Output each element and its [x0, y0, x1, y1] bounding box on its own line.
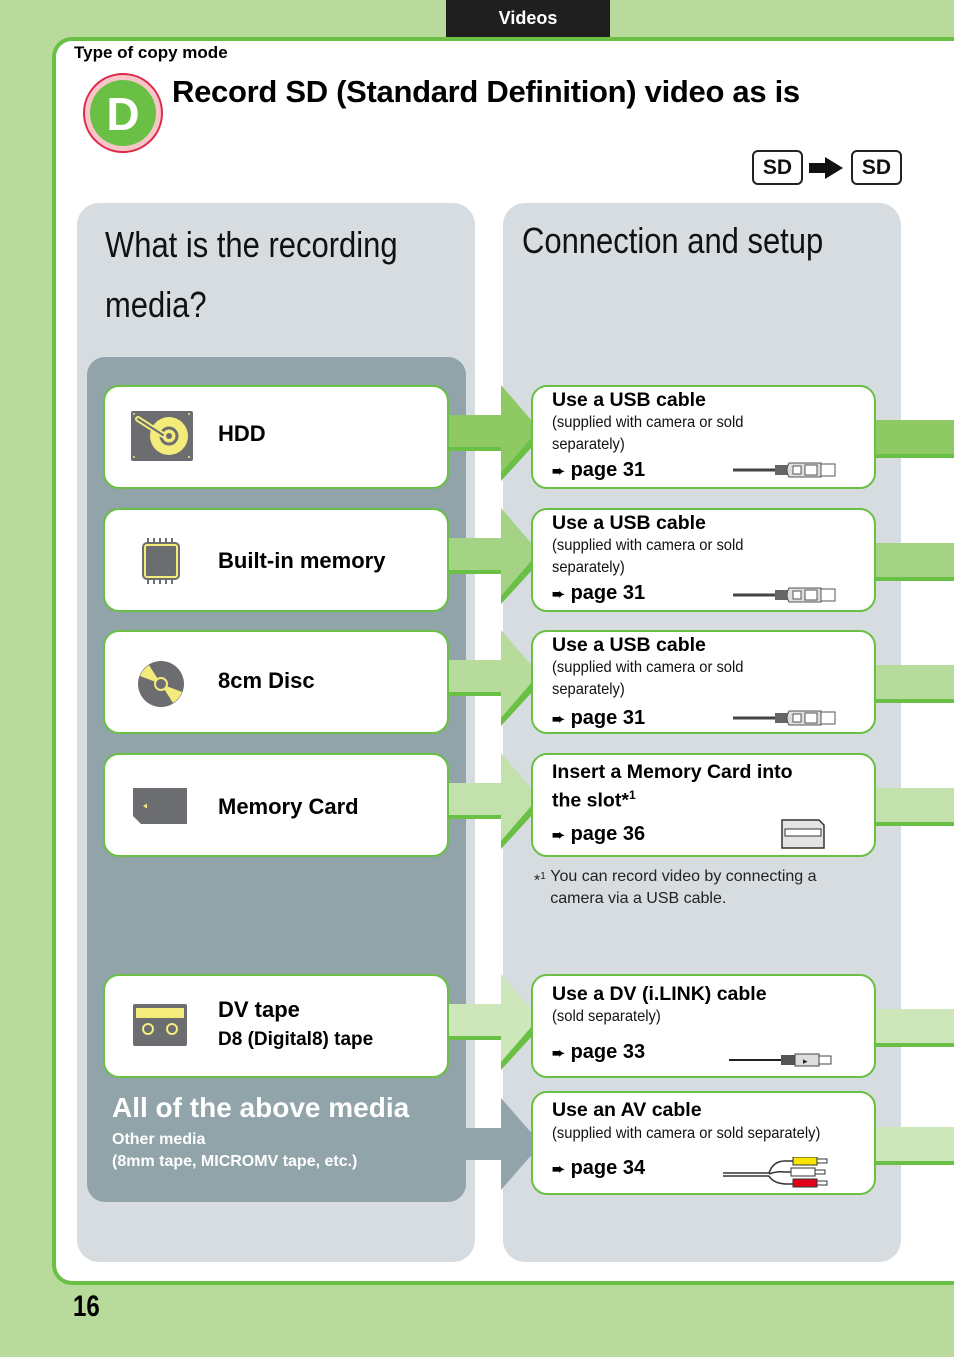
arrow-icon: ➨ [552, 586, 565, 603]
connection-desc: (supplied with camera or sold separately… [552, 412, 743, 456]
page-ref: page 31 [570, 582, 646, 604]
connection-card-av-cable[interactable]: Use an AV cable (supplied with camera or… [531, 1091, 876, 1195]
connection-title: Use an AV cable [552, 1099, 702, 1121]
media-sublabel: D8 (Digital8) tape [218, 1029, 374, 1050]
connection-title: Use a USB cable [552, 634, 706, 656]
recording-media-heading: What is the recording media? [105, 215, 398, 335]
media-label: Memory Card [218, 794, 359, 819]
ilink-cable-icon: ▸ [729, 1053, 832, 1067]
memory-chip-icon [142, 538, 180, 584]
media-label: HDD [218, 421, 266, 446]
connection-title: Insert a Memory Card into the slot*1 [552, 761, 793, 813]
usb-cable-icon [733, 462, 836, 478]
media-card-dv-tape[interactable]: DV tape D8 (Digital8) tape [103, 974, 449, 1078]
format-conversion: SD SD [752, 150, 902, 185]
arrow-icon: ➨ [552, 1161, 565, 1178]
media-label: 8cm Disc [218, 668, 315, 693]
subtitle-line: Other media [112, 1131, 206, 1148]
page-link[interactable]: ➨ page 31 [552, 459, 645, 482]
all-media-subtitle: Other media (8mm tape, MICROMV tape, etc… [112, 1129, 357, 1173]
desc-line: separately) [552, 559, 625, 576]
section-label: Type of copy mode [74, 43, 228, 62]
connection-desc: (supplied with camera or sold separately… [552, 535, 743, 579]
page-link[interactable]: ➨ page 33 [552, 1041, 645, 1064]
subtitle-line: (8mm tape, MICROMV tape, etc.) [112, 1153, 358, 1170]
media-label: Built-in memory [218, 548, 386, 573]
connection-card-usb[interactable]: Use a USB cable (supplied with camera or… [531, 630, 876, 734]
page-ref: page 34 [570, 1157, 646, 1179]
continuation-bar [876, 543, 954, 581]
footnote-text: You can record video by connecting a cam… [550, 868, 817, 907]
connection-desc: (supplied with camera or sold separately… [552, 657, 743, 701]
page-link[interactable]: ➨ page 36 [552, 823, 645, 846]
connection-desc: (supplied with camera or sold separately… [552, 1125, 821, 1142]
continuation-bar [876, 420, 954, 458]
connection-card-usb[interactable]: Use a USB cable (supplied with camera or… [531, 385, 876, 489]
page-number: 16 [73, 1290, 100, 1323]
format-to: SD [851, 150, 902, 185]
connection-title: Use a USB cable [552, 512, 706, 534]
title-line: the slot* [552, 789, 629, 812]
page-link[interactable]: ➨ page 34 [552, 1157, 645, 1180]
page-ref: page 33 [570, 1041, 646, 1063]
copy-mode-badge: D [83, 73, 163, 153]
badge-letter: D [90, 80, 156, 146]
desc-line: separately) [552, 436, 625, 453]
usb-cable-icon [733, 710, 836, 726]
format-from: SD [752, 150, 803, 185]
page-ref: page 31 [570, 707, 646, 729]
desc-line: (supplied with camera or sold [552, 537, 744, 554]
continuation-bar [876, 1127, 954, 1165]
heading-line: What is the recording [105, 224, 398, 265]
arrow-icon: ➨ [552, 827, 565, 844]
footnote-marker-sup: 1 [540, 871, 546, 882]
page-title: Record SD (Standard Definition) video as… [172, 74, 800, 109]
footnote: *1 You can record video by connecting a … [534, 866, 864, 910]
arrow-icon: ➨ [552, 463, 565, 480]
heading-line: media? [105, 284, 207, 325]
continuation-bar [876, 788, 954, 826]
continuation-bar [876, 665, 954, 703]
connection-desc: (sold separately) [552, 1008, 661, 1025]
footnote-ref[interactable]: 1 [629, 788, 636, 802]
desc-line: (supplied with camera or sold [552, 659, 744, 676]
page-link[interactable]: ➨ page 31 [552, 582, 645, 605]
tape-cassette-icon [133, 1004, 187, 1046]
connection-setup-heading: Connection and setup [522, 220, 824, 261]
media-card-hdd[interactable]: HDD [103, 385, 449, 489]
av-cable-icon [723, 1157, 828, 1188]
disc-icon [138, 661, 184, 707]
media-card-built-in-memory[interactable]: Built-in memory [103, 508, 449, 612]
media-card-8cm-disc[interactable]: 8cm Disc [103, 630, 449, 734]
connection-title: Use a USB cable [552, 389, 706, 411]
usb-cable-icon [733, 587, 836, 603]
connection-card-memory-card[interactable]: Insert a Memory Card into the slot*1 ➨ pa… [531, 753, 876, 857]
connection-card-dv-cable[interactable]: Use a DV (i.LINK) cable (sold separately… [531, 974, 876, 1078]
connection-card-usb[interactable]: Use a USB cable (supplied with camera or… [531, 508, 876, 612]
svg-text:▸: ▸ [803, 1056, 808, 1066]
arrow-icon: ➨ [552, 711, 565, 728]
hdd-icon [131, 411, 193, 461]
page-ref: page 36 [570, 823, 646, 845]
arrow-icon: ➨ [552, 1045, 565, 1062]
memory-card-slot-icon [781, 819, 825, 849]
media-label: DV tape [218, 997, 300, 1022]
page-link[interactable]: ➨ page 31 [552, 707, 645, 730]
memory-card-icon [133, 788, 187, 824]
desc-line: separately) [552, 681, 625, 698]
media-card-memory-card[interactable]: Memory Card [103, 753, 449, 857]
continuation-bar [876, 1009, 954, 1047]
desc-line: (supplied with camera or sold [552, 414, 744, 431]
page-ref: page 31 [570, 459, 646, 481]
all-media-title: All of the above media [112, 1092, 410, 1123]
connection-title: Use a DV (i.LINK) cable [552, 983, 767, 1005]
arrow-right-icon [809, 156, 845, 179]
section-tab-videos[interactable]: Videos [446, 0, 610, 40]
title-line: Insert a Memory Card into [552, 761, 793, 783]
